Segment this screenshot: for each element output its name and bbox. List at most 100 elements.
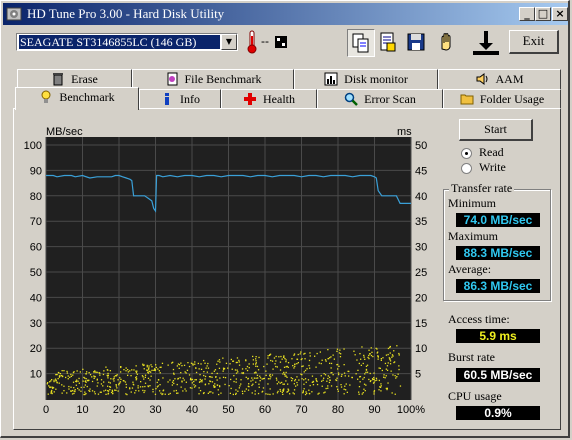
access-time-dot: [365, 384, 367, 386]
access-time-dot: [214, 383, 216, 385]
access-time-dot: [376, 379, 378, 381]
access-time-dot: [281, 358, 283, 360]
access-time-dot: [220, 392, 222, 394]
access-time-dot: [158, 370, 160, 372]
start-button[interactable]: Start: [459, 119, 533, 141]
access-time-dot: [182, 377, 184, 379]
drive-select[interactable]: SEAGATE ST3146855LC (146 GB) ▼: [16, 33, 238, 51]
tab-disk-monitor[interactable]: Disk monitor: [294, 69, 438, 89]
access-time-dot: [223, 367, 226, 370]
chevron-down-icon[interactable]: ▼: [221, 34, 237, 50]
access-time-dot: [290, 377, 292, 379]
access-time-dot: [116, 387, 118, 389]
access-time-dot: [379, 386, 382, 388]
access-time-dot: [337, 372, 340, 374]
access-time-dot: [358, 391, 360, 393]
x-tick-label: 100%: [397, 404, 425, 416]
access-time-dot: [239, 385, 241, 387]
access-time-dot: [340, 386, 343, 388]
access-time-dot: [137, 387, 139, 389]
access-time-dot: [308, 359, 311, 362]
speaker-icon: [476, 73, 488, 85]
access-time-dot: [157, 379, 160, 381]
tab-erase-label: Erase: [71, 72, 98, 86]
access-time-dot: [381, 369, 383, 372]
access-time-dot: [294, 380, 296, 382]
access-time-dot: [164, 393, 166, 395]
access-time-dot: [150, 364, 152, 366]
access-time-dot: [387, 347, 390, 350]
maximize-button[interactable]: □: [535, 7, 551, 21]
access-time-dot: [109, 386, 111, 388]
access-time-dot: [206, 365, 208, 367]
access-time-dot: [162, 377, 164, 379]
access-time-dot: [51, 389, 53, 392]
access-time-dot: [354, 354, 356, 356]
access-time-dot: [61, 392, 63, 394]
access-time-dot: [84, 377, 86, 379]
options-button[interactable]: [433, 29, 461, 57]
access-time-dot: [94, 376, 96, 378]
access-time-dot: [330, 362, 333, 365]
access-time-dot: [256, 365, 259, 368]
access-time-dot: [275, 360, 277, 362]
access-time-dot: [147, 385, 150, 388]
y-right-tick-label: 35: [415, 216, 427, 228]
save-button[interactable]: [403, 29, 431, 57]
access-time-dot: [171, 381, 174, 383]
y-left-tick-label: 70: [30, 216, 42, 228]
copy-text-button[interactable]: [375, 29, 403, 57]
minimize-button[interactable]: _: [519, 7, 535, 21]
access-time-dot: [332, 354, 334, 356]
access-time-dot: [266, 363, 268, 365]
access-time-dot: [270, 359, 272, 362]
access-time-dot: [72, 374, 74, 376]
access-time-dot: [301, 374, 303, 376]
tab-folder-usage[interactable]: Folder Usage: [443, 89, 561, 109]
tab-aam[interactable]: AAM: [438, 69, 561, 89]
copy-icon: [352, 33, 369, 53]
access-time-dot: [293, 383, 295, 385]
access-time-dot: [252, 383, 254, 385]
access-time-dot: [72, 381, 75, 383]
exit-button[interactable]: Exit: [509, 30, 559, 54]
access-time-dot: [186, 369, 189, 371]
access-time-dot: [240, 379, 242, 381]
access-time-dot: [358, 386, 361, 388]
access-time-dot: [333, 358, 335, 360]
access-time-dot: [155, 366, 157, 369]
access-time-dot: [205, 367, 207, 369]
copy-button[interactable]: [347, 29, 375, 57]
access-time-dot: [198, 387, 200, 389]
access-time-dot: [276, 379, 278, 381]
tab-info[interactable]: Info: [139, 89, 221, 109]
access-time-dot: [79, 371, 81, 373]
access-time-dot: [302, 365, 304, 367]
tab-error-scan[interactable]: Error Scan: [317, 89, 443, 109]
x-tick-label: 50: [222, 404, 234, 416]
read-radio[interactable]: [461, 148, 472, 159]
tab-erase[interactable]: Erase: [17, 69, 132, 89]
access-time-dot: [73, 387, 75, 389]
access-time-dot: [389, 360, 392, 362]
access-time-dot: [269, 373, 271, 376]
access-time-dot: [279, 361, 282, 363]
write-radio[interactable]: [461, 163, 472, 174]
access-time-dot: [154, 393, 157, 395]
access-time-dot: [267, 383, 269, 385]
tab-file-benchmark[interactable]: File Benchmark: [132, 69, 294, 89]
access-time-dot: [125, 386, 127, 388]
access-time-dot: [213, 370, 215, 372]
close-button[interactable]: ×: [552, 7, 568, 21]
access-time-dot: [235, 393, 237, 395]
access-time-dot: [253, 377, 256, 379]
access-time-dot: [305, 391, 307, 393]
disk-button[interactable]: [471, 29, 499, 57]
access-time-dot: [391, 354, 394, 356]
access-time-dot: [378, 367, 380, 369]
access-time-dot: [82, 380, 84, 382]
tab-benchmark[interactable]: Benchmark: [15, 87, 139, 110]
access-time-dot: [105, 366, 107, 368]
tab-health[interactable]: Health: [221, 89, 317, 109]
access-time-dot: [318, 362, 320, 364]
